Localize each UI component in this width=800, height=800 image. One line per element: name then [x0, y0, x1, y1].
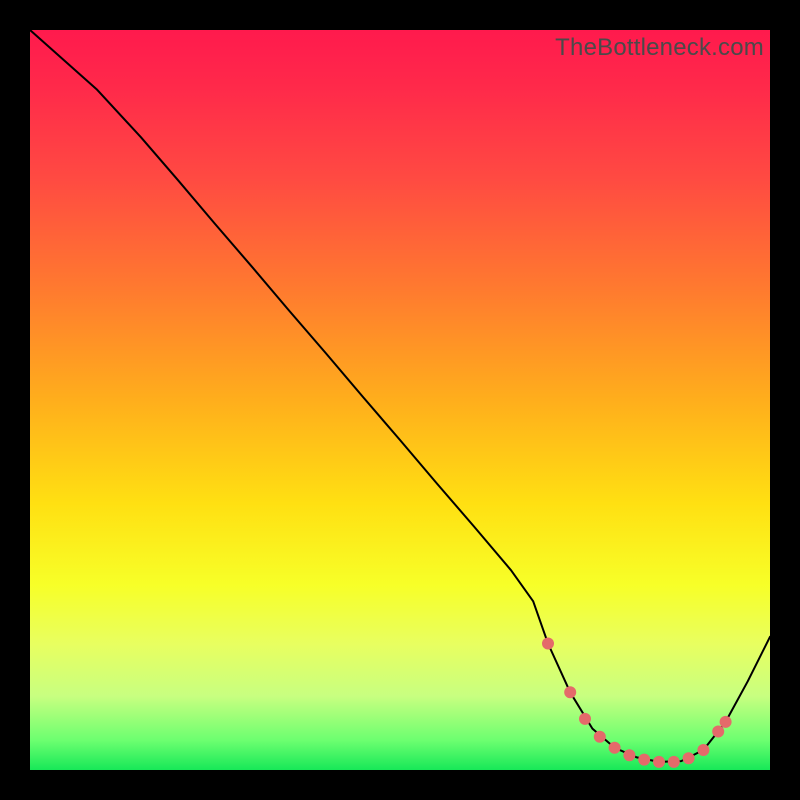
highlight-dot: [697, 744, 709, 756]
highlight-dot: [653, 756, 665, 768]
plot-area: TheBottleneck.com: [30, 30, 770, 770]
highlight-dot: [720, 716, 732, 728]
chart-svg: [30, 30, 770, 770]
highlight-dot: [579, 713, 591, 725]
bottleneck-curve-line: [30, 30, 770, 762]
highlight-dots-group: [542, 638, 732, 768]
highlight-dot: [594, 731, 606, 743]
chart-frame: TheBottleneck.com: [30, 30, 770, 770]
highlight-dot: [623, 749, 635, 761]
highlight-dot: [564, 686, 576, 698]
highlight-dot: [542, 638, 554, 650]
highlight-dot: [683, 752, 695, 764]
highlight-dot: [609, 742, 621, 754]
highlight-dot: [668, 756, 680, 768]
highlight-dot: [712, 726, 724, 738]
highlight-dot: [638, 754, 650, 766]
